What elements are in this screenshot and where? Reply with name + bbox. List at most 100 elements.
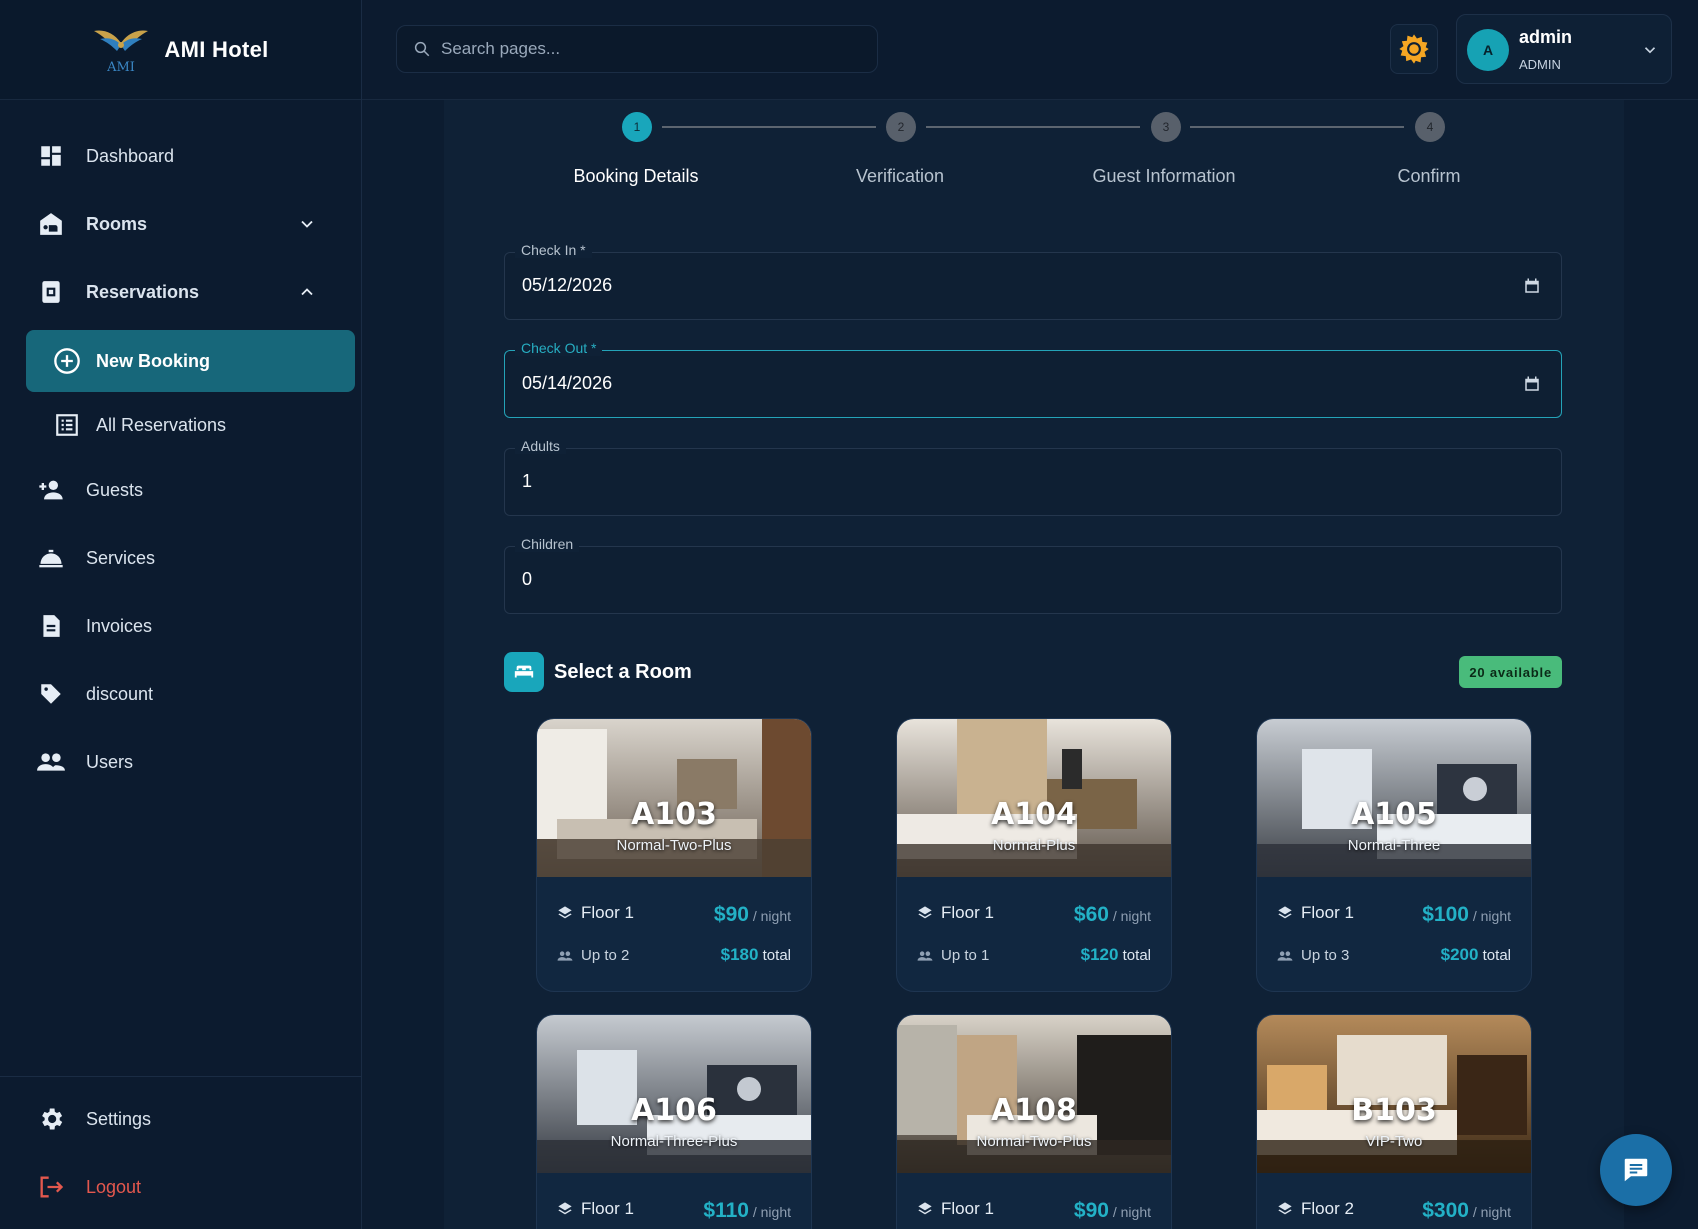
layers-icon: [558, 1202, 572, 1215]
room-type: Normal-Three: [1347, 837, 1441, 854]
sidebar-item-users[interactable]: Users: [0, 728, 361, 796]
room-price-value: $60: [1073, 903, 1109, 926]
room-floor-label: Floor 1: [941, 903, 994, 922]
room-total-value: $120: [1080, 945, 1119, 964]
user-role: ADMIN: [1519, 57, 1561, 72]
user-menu[interactable]: A admin ADMIN: [1456, 14, 1672, 84]
room-total-suffix: total: [762, 947, 791, 964]
sidebar-item-discount[interactable]: discount: [0, 660, 361, 728]
check-in-label: Check In *: [515, 242, 592, 258]
chevron-up-icon[interactable]: [297, 282, 317, 302]
children-value[interactable]: 0: [522, 569, 532, 590]
brand[interactable]: AMI AMI Hotel: [0, 0, 361, 100]
room-price-unit: / night: [1472, 1204, 1511, 1220]
theme-toggle-button[interactable]: [1390, 24, 1438, 74]
room-card-a106[interactable]: A106 Normal-Three-Plus Floor 1 $110 / ni…: [536, 1014, 812, 1229]
room-type: VIP-Two: [1365, 1133, 1423, 1150]
sidebar-item-guests[interactable]: Guests: [0, 456, 361, 524]
room-capacity-label: Up to 2: [581, 947, 630, 964]
sidebar-item-all-reservations[interactable]: All Reservations: [26, 394, 355, 456]
adults-field[interactable]: Adults 1: [504, 438, 1562, 516]
layers-icon: [918, 906, 932, 919]
calendar-icon[interactable]: [1523, 277, 1541, 295]
check-in-field[interactable]: Check In * 05/12/2026: [504, 242, 1562, 320]
sidebar-item-logout[interactable]: Logout: [0, 1153, 362, 1221]
room-price-unit: / night: [1112, 1204, 1151, 1220]
room-card-b103[interactable]: B103 VIP-Two Floor 2 $300 / night: [1256, 1014, 1532, 1229]
search-box[interactable]: [396, 25, 878, 73]
search-input[interactable]: [441, 39, 861, 59]
room-price: $90 / night: [1074, 1199, 1151, 1223]
room-price-unit: / night: [752, 1204, 791, 1220]
room-total-suffix: total: [1482, 947, 1511, 964]
document-icon: [36, 611, 66, 641]
step-1-label: Booking Details: [573, 166, 699, 186]
sidebar-item-label: Dashboard: [86, 145, 175, 166]
people-icon: [557, 950, 573, 961]
room-card-a105[interactable]: A105 Normal-Three Floor 1 $100 / night U…: [1256, 718, 1532, 992]
chevron-down-icon[interactable]: [297, 214, 317, 234]
room-floor-label: Floor 1: [1301, 903, 1354, 922]
children-field[interactable]: Children 0: [504, 536, 1562, 614]
room-total: $120 total: [1081, 945, 1151, 965]
check-out-field[interactable]: Check Out * 05/14/2026: [504, 340, 1562, 418]
add-person-icon: [36, 475, 66, 505]
sidebar-item-services[interactable]: Services: [0, 524, 361, 592]
room-price-value: $90: [1073, 1199, 1109, 1222]
room-type: Normal-Two-Plus: [616, 837, 732, 854]
sidebar-item-invoices[interactable]: Invoices: [0, 592, 361, 660]
room-capacity: Up to 2: [557, 947, 629, 964]
booking-stepper: 1 2 3 4 Booking Details Verification Gue…: [444, 100, 1624, 200]
adults-value[interactable]: 1: [522, 471, 532, 492]
room-price: $60 / night: [1074, 903, 1151, 927]
check-out-label: Check Out *: [515, 340, 603, 356]
sidebar-item-label: Users: [86, 751, 134, 772]
room-service-icon: [36, 543, 66, 573]
room-floor-label: Floor 1: [581, 1199, 634, 1218]
room-price-value: $110: [703, 1199, 749, 1222]
search-icon: [414, 41, 430, 57]
available-count-badge: 20 available: [1459, 656, 1562, 688]
room-type: Normal-Plus: [992, 837, 1076, 854]
sidebar-item-dashboard[interactable]: Dashboard: [0, 122, 361, 190]
sidebar-item-settings[interactable]: Settings: [0, 1085, 362, 1153]
step-connector: [926, 126, 1140, 128]
people-icon: [1277, 950, 1293, 961]
room-number: A105: [1351, 797, 1437, 832]
people-icon: [36, 747, 66, 777]
app-name: AMI Hotel: [164, 36, 269, 62]
room-price: $100 / night: [1422, 903, 1511, 927]
gear-icon: [36, 1104, 66, 1134]
logout-icon: [36, 1172, 66, 1202]
children-label: Children: [515, 536, 580, 552]
room-card-a108[interactable]: A108 Normal-Two-Plus Floor 1 $90 / night: [896, 1014, 1172, 1229]
calendar-icon[interactable]: [1523, 375, 1541, 393]
layers-icon: [1278, 906, 1292, 919]
step-3-indicator: 3: [1151, 112, 1181, 142]
room-floor-label: Floor 1: [581, 903, 634, 922]
sidebar-nav: Dashboard Rooms Reservations New Booking: [0, 100, 361, 796]
room-card-a104[interactable]: A104 Normal-Plus Floor 1 $60 / night Up …: [896, 718, 1172, 992]
layers-icon: [1278, 1202, 1292, 1215]
room-card-a103[interactable]: A103 Normal-Two-Plus Floor 1 $90 / night…: [536, 718, 812, 992]
sidebar: AMI AMI Hotel Dashboard Rooms Reservatio…: [0, 0, 362, 1229]
room-price-value: $90: [713, 903, 749, 926]
list-icon: [52, 410, 82, 440]
room-number: A103: [631, 797, 717, 832]
step-4-indicator: 4: [1415, 112, 1445, 142]
sidebar-item-rooms[interactable]: Rooms: [0, 190, 361, 258]
check-out-value[interactable]: 05/14/2026: [522, 373, 612, 394]
room-floor: Floor 1: [917, 903, 994, 923]
room-floor: Floor 2: [1277, 1199, 1354, 1219]
room-price: $110 / night: [703, 1199, 791, 1223]
sidebar-item-label: Reservations: [86, 281, 200, 302]
sidebar-item-label: Guests: [86, 479, 144, 500]
adults-label: Adults: [515, 438, 566, 454]
booking-panel: 1 2 3 4 Booking Details Verification Gue…: [444, 100, 1624, 1229]
sidebar-item-reservations[interactable]: Reservations: [0, 258, 361, 326]
check-in-value[interactable]: 05/12/2026: [522, 275, 612, 296]
top-bar: A admin ADMIN: [362, 0, 1698, 100]
sidebar-item-label: Rooms: [86, 213, 148, 234]
chat-button[interactable]: [1600, 1134, 1672, 1206]
sidebar-item-new-booking[interactable]: New Booking: [26, 330, 355, 392]
